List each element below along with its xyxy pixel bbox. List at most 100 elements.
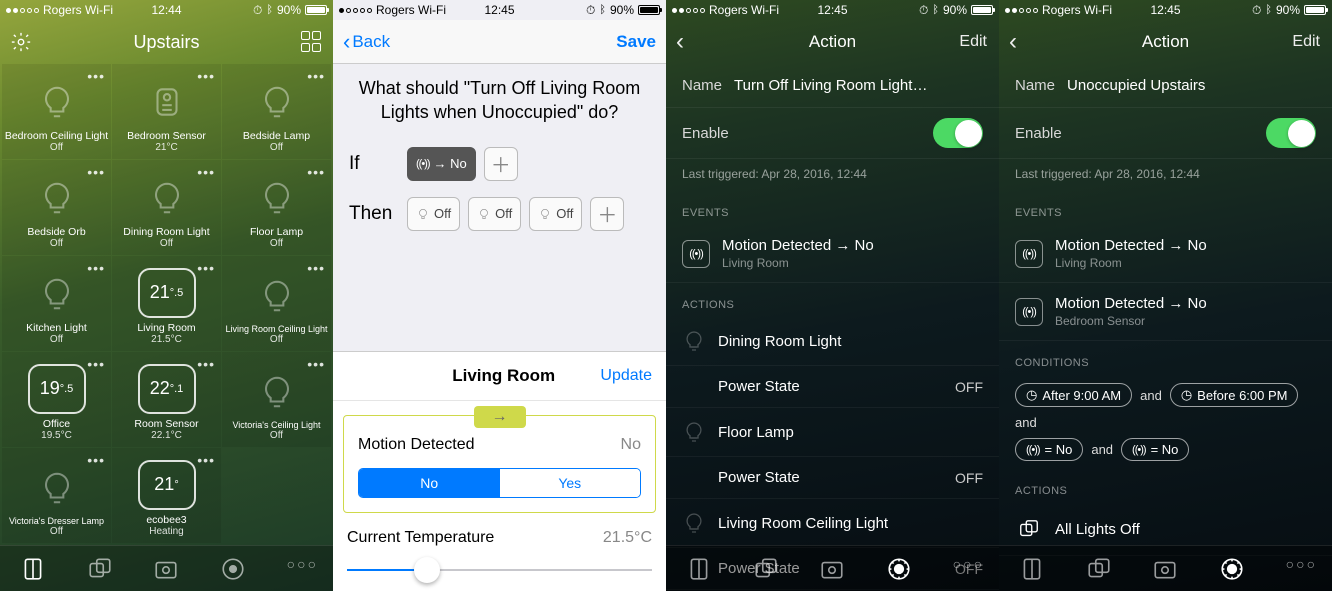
tile-menu-icon[interactable]: ••• (197, 164, 215, 180)
slider-knob[interactable] (414, 557, 440, 583)
device-tile[interactable]: •••Dining Room LightOff (112, 160, 221, 255)
tab-camera-icon[interactable] (1152, 556, 1178, 582)
tile-menu-icon[interactable]: ••• (307, 260, 325, 276)
tab-scenes-icon[interactable] (1086, 556, 1112, 582)
tab-more-icon[interactable]: ○○○ (287, 556, 313, 582)
action-device-row[interactable]: Dining Room Light (666, 317, 999, 366)
tile-menu-icon[interactable]: ••• (87, 164, 105, 180)
bulb-icon (682, 420, 706, 444)
tile-status: Off (50, 334, 63, 345)
add-action-button[interactable]: ＋ (590, 197, 624, 231)
action-prop-row[interactable]: Power StateOFF (666, 366, 999, 408)
tab-more-icon[interactable]: ○○○ (1286, 556, 1312, 582)
device-tile[interactable]: •••Living Room Ceiling LightOff (222, 256, 331, 351)
device-tile[interactable]: •••Kitchen LightOff (2, 256, 111, 351)
bluetooth-icon: ᛒ (266, 4, 273, 16)
tab-rooms-icon[interactable] (20, 556, 46, 582)
motion-segmented[interactable]: No Yes (358, 468, 641, 498)
name-row[interactable]: Name Unoccupied Upstairs (999, 64, 1332, 108)
tab-automation-icon[interactable] (886, 556, 912, 582)
bulb-icon (38, 83, 76, 126)
enable-switch[interactable] (1266, 118, 1316, 148)
tab-camera-icon[interactable] (153, 556, 179, 582)
tile-menu-icon[interactable]: ••• (307, 356, 325, 372)
sensor-icon: ((•)) (1132, 444, 1146, 456)
tab-rooms-icon[interactable] (1019, 556, 1045, 582)
tile-status: Off (50, 526, 63, 537)
device-tile[interactable]: •••22°.1Room Sensor22.1°C (112, 352, 221, 447)
update-button[interactable]: Update (600, 367, 652, 385)
status-bar: Rogers Wi-Fi 12:45 ⏱ ᛒ 90% (666, 0, 999, 20)
tile-status: Off (270, 334, 283, 345)
event-row[interactable]: ((•))Motion Detected → NoLiving Room (999, 225, 1332, 283)
tile-menu-icon[interactable]: ••• (197, 260, 215, 276)
cond-after[interactable]: ◷After 9:00 AM (1015, 383, 1132, 407)
enable-switch[interactable] (933, 118, 983, 148)
tile-menu-icon[interactable]: ••• (197, 68, 215, 84)
battery-pct: 90% (277, 3, 301, 17)
tab-rooms-icon[interactable] (686, 556, 712, 582)
tile-menu-icon[interactable]: ••• (87, 260, 105, 276)
tile-menu-icon[interactable]: ••• (197, 356, 215, 372)
then-action-chip[interactable]: Off (407, 197, 460, 231)
then-action-chip[interactable]: Off (529, 197, 582, 231)
tile-menu-icon[interactable]: ••• (307, 68, 325, 84)
grid-view-icon[interactable] (301, 31, 323, 53)
status-bar: Rogers Wi-Fi 12:45 ⏱ ᛒ 90% (999, 0, 1332, 20)
device-tile[interactable]: •••Bedroom Ceiling LightOff (2, 64, 111, 159)
last-triggered: Last triggered: Apr 28, 2016, 12:44 (999, 159, 1332, 191)
cond-sensor[interactable]: ((•))= No (1015, 438, 1083, 461)
add-condition-button[interactable]: ＋ (484, 147, 518, 181)
device-tile[interactable]: •••Victoria's Dresser LampOff (2, 448, 111, 543)
tile-label: Bedroom Ceiling Light (3, 130, 110, 142)
cond-sensor[interactable]: ((•))= No (1121, 438, 1189, 461)
back-button[interactable]: ‹Back (343, 32, 390, 52)
tab-automation-icon[interactable] (220, 556, 246, 582)
device-tile[interactable]: •••19°.5Office19.5°C (2, 352, 111, 447)
seg-yes-button[interactable]: Yes (500, 469, 641, 497)
bluetooth-icon: ᛒ (1265, 4, 1272, 16)
device-tile[interactable]: •••Bedroom Sensor21°C (112, 64, 221, 159)
action-prop-row[interactable]: Power StateOFF (666, 457, 999, 499)
tab-more-icon[interactable]: ○○○ (953, 556, 979, 582)
edit-button[interactable]: Edit (1292, 33, 1320, 51)
device-tile[interactable]: •••Bedside OrbOff (2, 160, 111, 255)
alarm-icon: ⏱ (1252, 3, 1261, 18)
action-device-row[interactable]: Living Room Ceiling Light (666, 499, 999, 548)
tile-menu-icon[interactable]: ••• (87, 356, 105, 372)
tile-label: Dining Room Light (121, 226, 211, 238)
name-row[interactable]: Name Turn Off Living Room Lights when Un… (666, 64, 999, 108)
device-tile[interactable]: •••21°ecobee3Heating (112, 448, 221, 543)
alarm-icon: ⏱ (253, 3, 262, 18)
save-button[interactable]: Save (616, 32, 656, 52)
device-tile[interactable]: •••Victoria's Ceiling LightOff (222, 352, 331, 447)
tile-menu-icon[interactable]: ••• (87, 452, 105, 468)
tab-scenes-icon[interactable] (87, 556, 113, 582)
tab-bar: ○○○ (666, 545, 999, 591)
device-tile[interactable]: •••Floor LampOff (222, 160, 331, 255)
tab-camera-icon[interactable] (819, 556, 845, 582)
action-device-row[interactable]: Floor Lamp (666, 408, 999, 457)
device-tile[interactable]: •••21°.5Living Room21.5°C (112, 256, 221, 351)
screen-rule-editor: Rogers Wi-Fi 12:45 ⏱ ᛒ 90% ‹Back Save Wh… (333, 0, 666, 591)
back-button[interactable]: ‹ (1009, 28, 1017, 56)
back-button[interactable]: ‹ (676, 28, 684, 56)
last-triggered: Last triggered: Apr 28, 2016, 12:44 (666, 159, 999, 191)
tile-menu-icon[interactable]: ••• (87, 68, 105, 84)
cond-before[interactable]: ◷Before 6:00 PM (1170, 383, 1299, 407)
gear-icon[interactable] (10, 31, 32, 53)
tab-automation-icon[interactable] (1219, 556, 1245, 582)
device-tile[interactable]: •••Bedside LampOff (222, 64, 331, 159)
seg-no-button[interactable]: No (359, 469, 500, 497)
temp-slider[interactable] (347, 569, 652, 571)
page-title: Upstairs (133, 32, 199, 53)
tile-status: 21°C (155, 142, 177, 153)
edit-button[interactable]: Edit (959, 33, 987, 51)
if-condition-chip[interactable]: ((•))→ No (407, 147, 476, 181)
tile-menu-icon[interactable]: ••• (307, 164, 325, 180)
tile-menu-icon[interactable]: ••• (197, 452, 215, 468)
event-row[interactable]: ((•)) Motion Detected → NoLiving Room (666, 225, 999, 283)
tab-scenes-icon[interactable] (753, 556, 779, 582)
then-action-chip[interactable]: Off (468, 197, 521, 231)
event-row[interactable]: ((•))Motion Detected → NoBedroom Sensor (999, 283, 1332, 341)
